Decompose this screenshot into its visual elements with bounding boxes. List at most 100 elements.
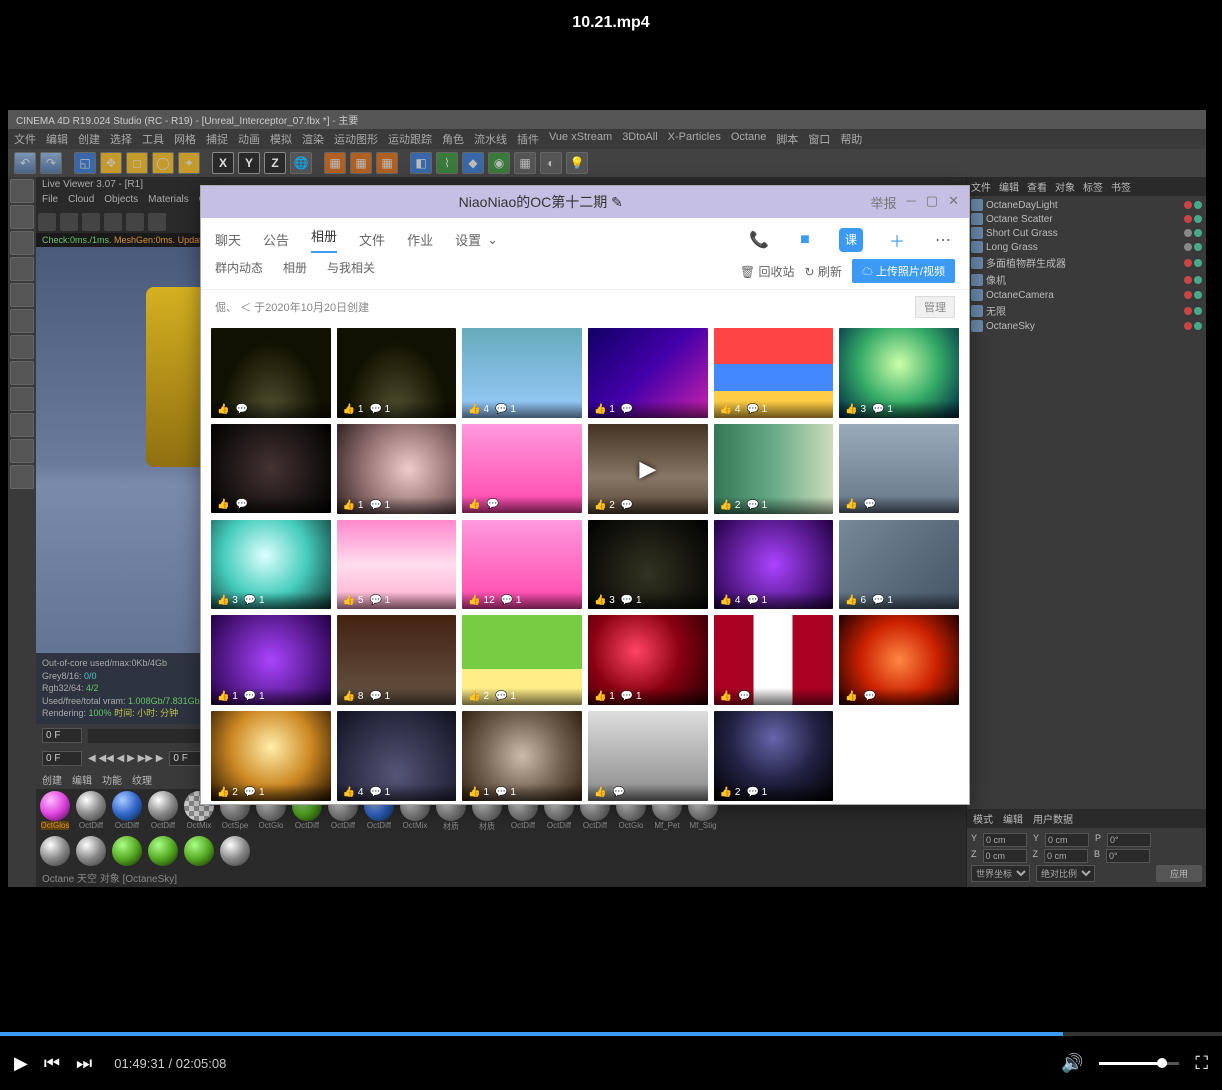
like-icon[interactable]: 👍 1 [594,691,615,702]
chevron-down-icon[interactable]: ⌄ [487,232,498,248]
lv-menu-item[interactable]: Cloud [68,194,94,209]
maximize-icon[interactable]: ▢ [926,193,938,212]
visibility-dot[interactable] [1184,259,1192,267]
workplane-mode-icon[interactable] [10,413,34,437]
like-icon[interactable]: 👍 3 [845,404,866,415]
close-icon[interactable]: ✕ [948,193,959,212]
material-item[interactable]: OctDiff [146,791,180,832]
tree-row[interactable]: 多面植物群生成器 [971,254,1202,271]
visibility-dot[interactable] [1194,201,1202,209]
like-icon[interactable]: 👍 3 [217,595,238,606]
c4d-menubar[interactable]: 文件编辑创建选择工具网格捕捉动画模拟渲染运动图形运动跟踪角色流水线插件Vue x… [8,129,1206,149]
generator-icon[interactable]: ◆ [462,152,484,174]
comment-icon[interactable]: 💬 1 [746,404,767,415]
report-link[interactable]: 举报 [871,193,897,212]
comment-icon[interactable]: 💬 1 [495,404,516,415]
gallery-thumb[interactable]: 👍 1💬 [588,328,708,418]
tree-row[interactable]: OctaneSky [971,319,1202,333]
visibility-dot[interactable] [1184,307,1192,315]
gallery-thumb[interactable]: 👍 💬 [462,424,582,514]
lv-pause-icon[interactable] [60,213,78,231]
om-tab[interactable]: 书签 [1111,179,1131,194]
like-icon[interactable]: 👍 2 [217,787,238,798]
gallery-thumb[interactable]: 👍 💬 [211,424,331,514]
visibility-dot[interactable] [1184,322,1192,330]
comment-icon[interactable]: 💬 1 [872,404,893,415]
gallery-thumb[interactable]: 👍 3💬 1 [211,520,331,610]
coord-z2-input[interactable] [1044,849,1088,863]
chat-tabs[interactable]: 聊天公告相册文件作业设置⌄📞■课＋⋯ [201,218,969,253]
comment-icon[interactable]: 💬 1 [244,691,265,702]
gallery-thumb[interactable]: 👍 1💬 1 [337,424,457,514]
chat-tab[interactable]: 相册 [311,226,337,253]
menu-item[interactable]: 渲染 [302,131,324,147]
menu-item[interactable]: 网格 [174,131,196,147]
tree-row[interactable]: OctaneDayLight [971,198,1202,212]
gallery-thumb[interactable]: 👍 1 💬 1 [211,615,331,705]
comment-icon[interactable]: 💬 1 [872,595,893,606]
visibility-dot[interactable] [1194,322,1202,330]
comment-icon[interactable]: 💬 1 [746,595,767,606]
move-icon[interactable]: ✥ [100,152,122,174]
mat-tab[interactable]: 纹理 [132,772,152,787]
lv-lock-icon[interactable] [126,213,144,231]
gallery-thumb[interactable]: 👍 💬 [588,711,708,801]
like-icon[interactable]: 👍 [594,787,606,798]
manage-button[interactable]: 管理 [915,296,955,318]
attr-tab[interactable]: 模式 [973,811,993,826]
om-tab[interactable]: 对象 [1055,179,1075,194]
gallery-thumb[interactable]: 👍 💬 [839,615,959,705]
coord-space-select[interactable]: 世界坐标 [971,865,1030,882]
like-icon[interactable]: 👍 1 [343,404,364,415]
visibility-dot[interactable] [1184,276,1192,284]
gallery-thumb[interactable]: 👍 2💬 1 [462,615,582,705]
tree-row[interactable]: OctaneCamera [971,288,1202,302]
next-icon[interactable]: ⏭ [76,1053,92,1074]
axis-x-icon[interactable]: X [212,152,234,174]
om-tab[interactable]: 编辑 [999,179,1019,194]
om-tabs[interactable]: 文件编辑查看对象标签书签 [967,177,1206,196]
lv-menu-item[interactable]: File [42,194,58,209]
menu-item[interactable]: 3DtoAll [622,131,657,147]
material-browser-row2[interactable] [36,834,966,868]
comment-icon[interactable]: 💬 1 [746,787,767,798]
comment-icon[interactable]: 💬 [235,404,247,415]
gallery-thumb[interactable]: 👍 12💬 1 [462,520,582,610]
volume-slider[interactable] [1099,1062,1179,1065]
comment-icon[interactable]: 💬 1 [244,787,265,798]
menu-item[interactable]: 角色 [442,131,464,147]
apply-button[interactable]: 应用 [1156,865,1202,882]
menu-item[interactable]: 运动图形 [334,131,378,147]
visibility-dot[interactable] [1194,259,1202,267]
chat-titlebar[interactable]: NiaoNiao的OC第十二期 ✎ 举报 ─ ▢ ✕ [201,186,969,218]
render-region-icon[interactable]: ▦ [350,152,372,174]
comment-icon[interactable]: 💬 1 [501,595,522,606]
visibility-dot[interactable] [1184,215,1192,223]
gallery-thumb[interactable]: 👍 2💬 1 [714,711,834,801]
like-icon[interactable]: 👍 1 [217,691,238,702]
comment-icon[interactable]: 💬 [864,499,876,510]
like-icon[interactable]: 👍 4 [343,787,364,798]
play-icon[interactable]: ▶ [14,1053,28,1074]
gallery-thumb[interactable]: 👍 2💬 1 [714,424,834,514]
like-icon[interactable]: 👍 [217,499,229,510]
comment-icon[interactable]: 💬 [864,691,876,702]
comment-icon[interactable]: 💬 [612,787,624,798]
visibility-dot[interactable] [1194,243,1202,251]
light-icon[interactable]: 💡 [566,152,588,174]
rotate-icon[interactable]: ◯ [152,152,174,174]
prev-icon[interactable]: ⏮ [44,1053,60,1074]
like-icon[interactable]: 👍 [845,691,857,702]
gallery-thumb[interactable]: 👍 3💬 1 [588,520,708,610]
menu-item[interactable]: 插件 [517,131,539,147]
like-icon[interactable]: 👍 2 [594,500,615,511]
om-tab[interactable]: 文件 [971,179,991,194]
comment-icon[interactable]: 💬 1 [369,691,390,702]
lv-menu-item[interactable]: Materials [148,194,189,209]
menu-item[interactable]: Vue xStream [549,131,612,147]
comment-icon[interactable]: 💬 [487,499,499,510]
menu-item[interactable]: Octane [731,131,766,147]
gallery-thumb[interactable]: 👍 1💬 1 [462,711,582,801]
deformer-icon[interactable]: ◉ [488,152,510,174]
more-icon[interactable]: ⋯ [931,228,955,252]
